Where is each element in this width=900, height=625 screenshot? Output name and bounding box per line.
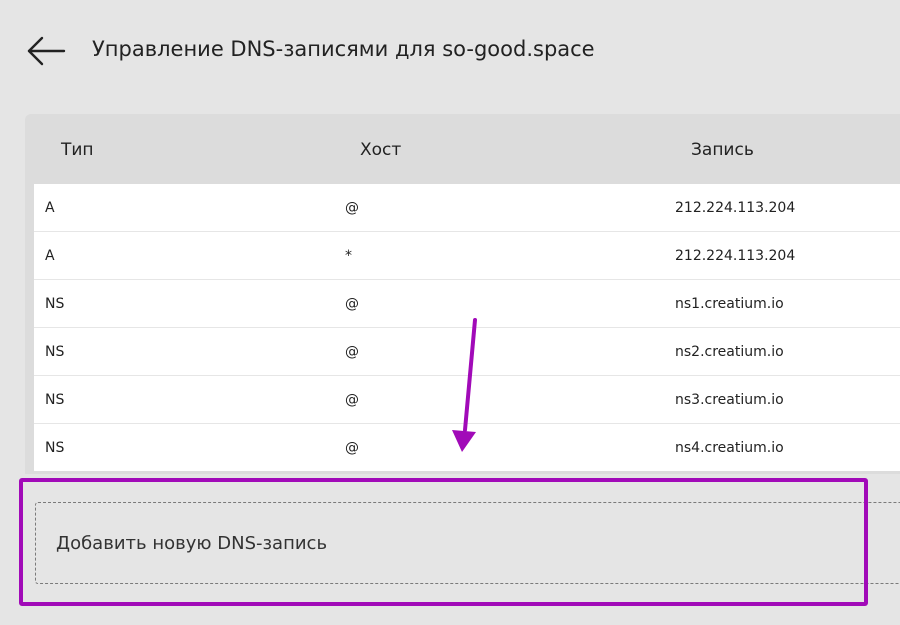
column-header-host: Хост <box>360 140 402 160</box>
table-body: A @ 212.224.113.204 A * 212.224.113.204 … <box>34 184 900 471</box>
record-type: NS <box>45 440 65 456</box>
record-type: NS <box>45 344 65 360</box>
record-type: A <box>45 200 55 216</box>
add-dns-record-label: Добавить новую DNS-запись <box>56 533 328 554</box>
table-row[interactable]: NS @ ns4.creatium.io <box>34 424 900 471</box>
column-header-value: Запись <box>691 140 754 160</box>
page-title: Управление DNS-записями для so-good.spac… <box>92 37 595 61</box>
record-host: @ <box>345 200 359 216</box>
record-host: * <box>345 248 352 264</box>
table-row[interactable]: NS @ ns1.creatium.io <box>34 280 900 328</box>
record-value: 212.224.113.204 <box>675 200 796 216</box>
record-host: @ <box>345 440 359 456</box>
record-type: A <box>45 248 55 264</box>
column-header-type: Тип <box>61 140 94 160</box>
record-value: ns1.creatium.io <box>675 296 784 312</box>
table-header: Тип Хост Запись <box>25 114 900 184</box>
table-row[interactable]: A * 212.224.113.204 <box>34 232 900 280</box>
record-type: NS <box>45 296 65 312</box>
dns-records-table: Тип Хост Запись A @ 212.224.113.204 A * … <box>25 114 900 474</box>
arrow-left-icon <box>27 36 66 66</box>
record-value: 212.224.113.204 <box>675 248 796 264</box>
record-host: @ <box>345 296 359 312</box>
table-row[interactable]: NS @ ns2.creatium.io <box>34 328 900 376</box>
record-value: ns2.creatium.io <box>675 344 784 360</box>
record-value: ns3.creatium.io <box>675 392 784 408</box>
record-host: @ <box>345 344 359 360</box>
table-row[interactable]: A @ 212.224.113.204 <box>34 184 900 232</box>
record-type: NS <box>45 392 65 408</box>
back-button[interactable] <box>26 34 66 68</box>
table-row[interactable]: NS @ ns3.creatium.io <box>34 376 900 424</box>
record-value: ns4.creatium.io <box>675 440 784 456</box>
record-host: @ <box>345 392 359 408</box>
add-dns-record-button[interactable]: Добавить новую DNS-запись <box>35 502 900 584</box>
